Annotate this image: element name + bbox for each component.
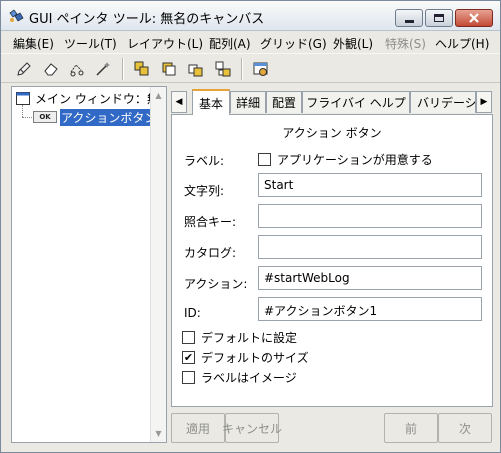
window-title: GUI ペインタ ツール: 無名のキャンバス (29, 12, 265, 27)
window-icon (16, 91, 30, 105)
distribute-icon (215, 61, 231, 77)
title-bar[interactable]: GUI ペインタ ツール: 無名のキャンバス (1, 1, 500, 31)
close-button[interactable] (455, 9, 493, 27)
catalog-field-label: カタログ: (184, 246, 237, 260)
menu-grid[interactable]: グリッド(G) (260, 35, 327, 52)
label-is-image-checkbox-label: ラベルはイメージ (201, 371, 297, 385)
tab-scroll-left-button[interactable]: ◀ (171, 91, 187, 113)
menu-special[interactable]: 特殊(S) (385, 35, 426, 52)
apply-button[interactable]: 適用 (171, 413, 225, 443)
tree-root-main-window[interactable]: メイン ウィンドウ：無 (16, 90, 159, 106)
tree-connector (22, 117, 32, 118)
previous-button[interactable]: 前 (384, 413, 438, 443)
minimize-button[interactable] (395, 9, 423, 27)
toolbar-separator (122, 58, 124, 80)
maximize-icon (434, 14, 444, 22)
property-tabs: ◀ 基本 詳細 配置 フライバイ ヘルプ バリデーシ ▶ (171, 89, 493, 115)
label-field-label: ラベル: (184, 154, 225, 168)
toolbar-align-2[interactable] (159, 59, 179, 79)
checkbox-box (258, 153, 271, 166)
menu-layout[interactable]: レイアウト(L) (127, 35, 203, 52)
toolbar-align-4[interactable] (213, 59, 233, 79)
tab-detail[interactable]: 詳細 (230, 91, 266, 113)
id-field-label: ID: (184, 306, 201, 320)
tab-label: 基本 (198, 96, 223, 111)
tab-label: バリデーシ (417, 96, 476, 110)
tab-scroll-right-button[interactable]: ▶ (476, 91, 492, 113)
menu-bar: 編集(E) ツール(T) レイアウト(L) 配列(A) グリッド(G) 外観(L… (1, 32, 500, 52)
eraser-icon (44, 63, 58, 76)
tree-root-label: メイン ウィンドウ：無 (35, 91, 159, 106)
menu-help[interactable]: ヘルプ(H) (435, 35, 489, 52)
toolbar-tool-2[interactable] (41, 59, 61, 79)
tab-placement[interactable]: 配置 (266, 91, 302, 113)
toolbar (1, 53, 500, 83)
scroll-up-icon[interactable]: ▲ (151, 88, 166, 103)
align-bottom-right-icon (188, 64, 203, 77)
minimize-icon (404, 19, 414, 23)
align-top-left-icon (134, 61, 149, 76)
scroll-down-icon[interactable]: ▼ (151, 426, 166, 441)
menu-appearance[interactable]: 外観(L) (333, 35, 373, 52)
ref-key-input[interactable] (258, 204, 482, 228)
action-input[interactable]: #startWebLog (258, 266, 482, 290)
pencil-icon (17, 62, 31, 76)
checkbox-box (182, 331, 195, 344)
next-button[interactable]: 次 (438, 413, 492, 443)
tab-label: 配置 (271, 96, 296, 110)
checkbox-box (182, 371, 195, 384)
selection-icon (70, 64, 84, 77)
app-window: GUI ペインタ ツール: 無名のキャンバス 編集(E) ツール(T) レイアウ… (0, 0, 501, 453)
menu-arrange[interactable]: 配列(A) (209, 35, 251, 52)
component-tree[interactable]: メイン ウィンドウ：無 OK アクションボタン1 ▲ ▼ (11, 86, 167, 443)
toolbar-tool-4[interactable] (93, 59, 113, 79)
app-provided-checkbox[interactable]: アプリケーションが用意する (258, 151, 433, 168)
default-size-checkbox[interactable]: ✔ デフォルトのサイズ (182, 349, 309, 366)
gui-painter-app-icon (9, 9, 24, 22)
toolbar-tool-3[interactable] (67, 59, 87, 79)
default-set-checkbox[interactable]: デフォルトに設定 (182, 329, 297, 346)
preview-window-icon (253, 62, 268, 76)
id-input[interactable]: #アクションボタン1 (258, 297, 482, 321)
tab-flyby-help[interactable]: フライバイ ヘルプ (302, 91, 410, 113)
align-center-icon (162, 62, 176, 76)
tree-item-action-button[interactable]: OK アクションボタン1 (33, 108, 166, 126)
close-icon (469, 13, 479, 23)
toolbar-separator (241, 58, 243, 80)
section-title: アクション ボタン (282, 126, 382, 140)
catalog-input[interactable] (258, 235, 482, 259)
maximize-button[interactable] (425, 9, 453, 27)
default-set-checkbox-label: デフォルトに設定 (201, 331, 298, 345)
ref-key-field-label: 照合キー: (184, 215, 237, 229)
tree-connector (22, 105, 23, 117)
toolbar-align-1[interactable] (132, 59, 152, 79)
toolbar-align-3[interactable] (186, 59, 206, 79)
app-provided-checkbox-label: アプリケーションが用意する (277, 153, 433, 167)
default-size-checkbox-label: デフォルトのサイズ (201, 351, 309, 365)
cancel-button[interactable]: キャンセル (222, 413, 282, 443)
toolbar-tool-1[interactable] (14, 59, 34, 79)
string-input[interactable]: Start (258, 173, 482, 197)
tree-scrollbar[interactable]: ▲ ▼ (150, 87, 166, 442)
menu-edit[interactable]: 編集(E) (13, 35, 54, 52)
toolbar-preview[interactable] (251, 59, 271, 79)
tab-label: 詳細 (235, 96, 260, 110)
tab-basic[interactable]: 基本 (192, 89, 230, 115)
menu-tool[interactable]: ツール(T) (64, 35, 117, 52)
checkmark-icon: ✔ (182, 351, 195, 364)
string-field-label: 文字列: (184, 184, 225, 198)
chevron-right-icon: ▶ (480, 97, 488, 107)
chevron-left-icon: ◀ (175, 97, 183, 107)
tab-validation[interactable]: バリデーシ (410, 91, 476, 113)
properties-panel: アクション ボタン ラベル: アプリケーションが用意する 文字列: Start … (171, 114, 493, 407)
tab-label: フライバイ ヘルプ (306, 96, 406, 110)
action-field-label: アクション: (184, 277, 248, 291)
label-is-image-checkbox[interactable]: ラベルはイメージ (182, 369, 297, 386)
button-widget-icon: OK (33, 111, 57, 123)
wand-icon (96, 62, 110, 76)
